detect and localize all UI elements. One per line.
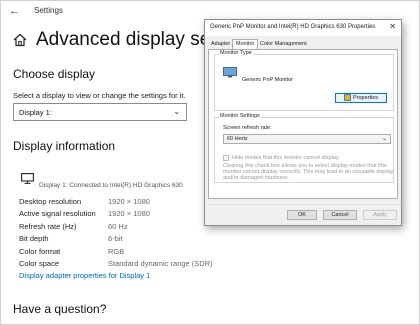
monitor-icon — [223, 67, 237, 78]
dialog-footer-divider — [205, 204, 401, 205]
properties-button[interactable]: Properties — [335, 93, 387, 103]
monitor-properties-dialog: Generic PnP Monitor and Intel(R) HD Grap… — [204, 19, 402, 226]
info-row-value: 1920 × 1080 — [108, 197, 150, 206]
apply-button[interactable]: Apply — [363, 210, 397, 220]
cancel-button[interactable]: Cancel — [323, 210, 357, 220]
info-row-label: Bit depth — [19, 234, 49, 243]
dialog-title: Generic PnP Monitor and Intel(R) HD Grap… — [210, 24, 376, 30]
hide-modes-help: and/or damaged hardware. — [223, 175, 290, 181]
monitor-tab-panel: Monitor Type Generic PnP Monitor Propert… — [208, 49, 398, 199]
chevron-down-icon: ⌄ — [173, 107, 180, 116]
monitor-settings-label: Monitor Settings — [219, 113, 261, 119]
shield-icon — [343, 94, 351, 102]
choose-display-heading: Choose display — [13, 67, 96, 81]
display-connection-text: Display 1: Connected to Intel(R) HD Grap… — [39, 182, 183, 189]
have-a-question-heading: Have a question? — [13, 302, 107, 316]
hide-modes-checkbox[interactable] — [223, 155, 229, 161]
info-row-value: 1920 × 1080 — [108, 209, 150, 218]
back-arrow-icon[interactable]: ← — [9, 5, 20, 17]
app-title: Settings — [34, 6, 63, 15]
ok-button[interactable]: OK — [287, 210, 317, 220]
monitor-settings-group: Monitor Settings Screen refresh rate: 60… — [214, 113, 394, 183]
info-row-value: RGB — [108, 247, 125, 256]
info-row-value: 60 Hz — [108, 222, 128, 231]
info-row-label: Color space — [19, 259, 60, 268]
monitor-type-label: Monitor Type — [219, 50, 253, 56]
dialog-titlebar[interactable]: Generic PnP Monitor and Intel(R) HD Grap… — [205, 20, 401, 36]
info-row-label: Refresh rate (Hz) — [19, 222, 77, 231]
hide-modes-label: Hide modes that this monitor cannot disp… — [232, 155, 339, 161]
info-row-label: Active signal resolution — [19, 209, 96, 218]
properties-button-label: Properties — [352, 95, 379, 101]
display-select[interactable]: Display 1: ⌄ — [13, 103, 187, 121]
display-information-heading: Display information — [13, 139, 116, 153]
close-icon[interactable]: ✕ — [389, 22, 396, 31]
refresh-rate-select[interactable]: 60 Hertz ⌄ — [223, 134, 391, 144]
monitor-icon — [21, 173, 34, 184]
display-select-value: Display 1: — [19, 108, 52, 117]
home-icon[interactable] — [13, 33, 27, 47]
info-row-label: Desktop resolution — [19, 197, 82, 206]
refresh-rate-value: 60 Hertz — [227, 136, 248, 142]
monitor-type-group: Monitor Type Generic PnP Monitor Propert… — [214, 50, 394, 111]
choose-display-instruction: Select a display to view or change the s… — [13, 91, 186, 100]
refresh-rate-label: Screen refresh rate: — [223, 125, 272, 131]
info-row-value: Standard dynamic range (SDR) — [108, 259, 213, 268]
chevron-down-icon: ⌄ — [381, 136, 387, 142]
monitor-name: Generic PnP Monitor — [242, 77, 293, 83]
info-row-value: 6-bit — [108, 234, 123, 243]
info-row-label: Color format — [19, 247, 61, 256]
display-adapter-properties-link[interactable]: Display adapter properties for Display 1 — [19, 271, 150, 280]
